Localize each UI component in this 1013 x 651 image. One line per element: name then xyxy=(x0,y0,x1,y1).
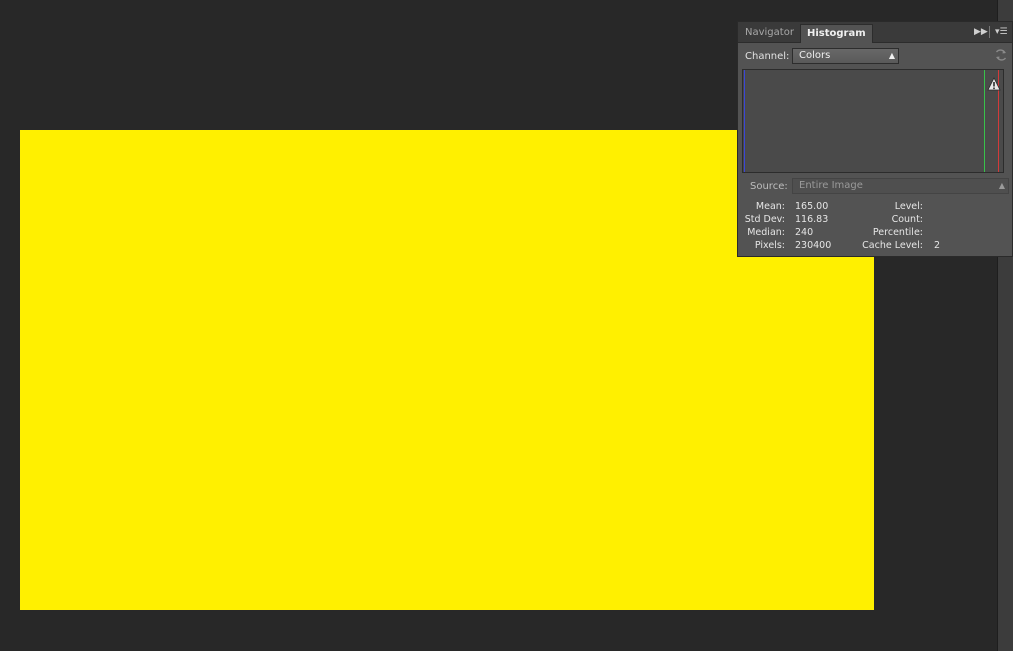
histogram-graph xyxy=(742,69,1004,173)
pixels-label: Pixels: xyxy=(754,240,785,251)
source-label: Source: xyxy=(750,181,788,192)
source-select[interactable]: Entire Image ▲ xyxy=(792,178,1009,194)
refresh-icon[interactable] xyxy=(994,48,1008,62)
cache-level-label: Cache Level: xyxy=(862,240,923,251)
select-arrows-icon: ▲ xyxy=(998,181,1005,190)
histogram-blue-channel-bar xyxy=(744,70,745,172)
count-label: Count: xyxy=(891,214,923,225)
level-label: Level: xyxy=(894,201,923,212)
channel-label: Channel: xyxy=(745,51,790,62)
channel-select-value: Colors xyxy=(799,50,831,61)
pixels-value: 230400 xyxy=(795,240,832,251)
histogram-panel: Navigator Histogram ▶▶ ▾☰ Channel: Color… xyxy=(737,21,1013,257)
mean-label: Mean: xyxy=(755,201,785,212)
median-value: 240 xyxy=(795,227,814,238)
double-arrow-right-icon[interactable]: ▶▶ xyxy=(974,25,988,39)
tab-navigator[interactable]: Navigator xyxy=(739,24,800,42)
tab-bar-divider xyxy=(989,26,990,38)
tab-histogram[interactable]: Histogram xyxy=(800,24,873,43)
cache-level-value: 2 xyxy=(934,240,941,251)
std-dev-value: 116.83 xyxy=(795,214,829,225)
histogram-green-channel-bar xyxy=(984,70,985,172)
channel-select[interactable]: Colors ▲ xyxy=(792,48,899,64)
select-arrows-icon: ▲ xyxy=(888,51,895,60)
percentile-label: Percentile: xyxy=(872,227,923,238)
panel-tab-bar: Navigator Histogram ▶▶ ▾☰ xyxy=(738,22,1012,43)
cached-data-warning-icon[interactable] xyxy=(987,77,1001,91)
std-dev-label: Std Dev: xyxy=(744,214,785,225)
panel-menu-icon[interactable]: ▾☰ xyxy=(995,25,1008,39)
median-label: Median: xyxy=(747,227,785,238)
source-select-value: Entire Image xyxy=(799,180,863,191)
mean-value: 165.00 xyxy=(795,201,829,212)
